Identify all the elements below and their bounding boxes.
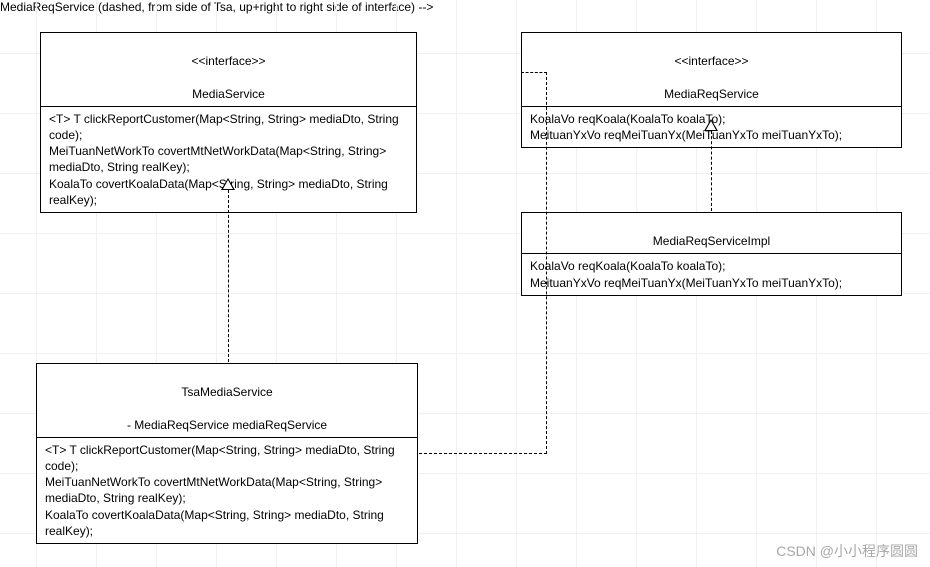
class-attrs: - MediaReqService mediaReqService: [127, 418, 327, 432]
dependency-arrow-segment: [546, 72, 547, 454]
class-media-req-service-impl[interactable]: MediaReqServiceImpl KoalaVo reqKoala(Koa…: [521, 212, 902, 296]
realization-arrow-head: [221, 178, 235, 190]
realization-arrow-line: [711, 131, 712, 211]
realization-arrow-head: [704, 119, 718, 131]
class-header: <<interface>> MediaReqService: [522, 33, 901, 107]
class-header: TsaMediaService - MediaReqService mediaR…: [37, 364, 417, 438]
class-tsa-media-service[interactable]: TsaMediaService - MediaReqService mediaR…: [36, 363, 418, 544]
dependency-arrow-segment: [521, 72, 547, 73]
class-name: TsaMediaService: [181, 385, 272, 399]
stereotype: <<interface>>: [191, 54, 265, 68]
class-name: MediaReqService: [664, 87, 759, 101]
class-name: MediaReqServiceImpl: [653, 234, 770, 248]
dependency-arrow-segment: [419, 453, 547, 454]
stereotype: <<interface>>: [674, 54, 748, 68]
class-methods: <T> T clickReportCustomer(Map<String, St…: [37, 438, 417, 543]
class-name: MediaService: [192, 87, 265, 101]
watermark: CSDN @小小程序圆圆: [776, 541, 918, 561]
realization-arrow-line: [228, 190, 229, 362]
class-header: MediaReqServiceImpl: [522, 213, 901, 254]
class-methods: KoalaVo reqKoala(KoalaTo koalaTo); Meitu…: [522, 254, 901, 294]
class-header: <<interface>> MediaService: [41, 33, 416, 107]
